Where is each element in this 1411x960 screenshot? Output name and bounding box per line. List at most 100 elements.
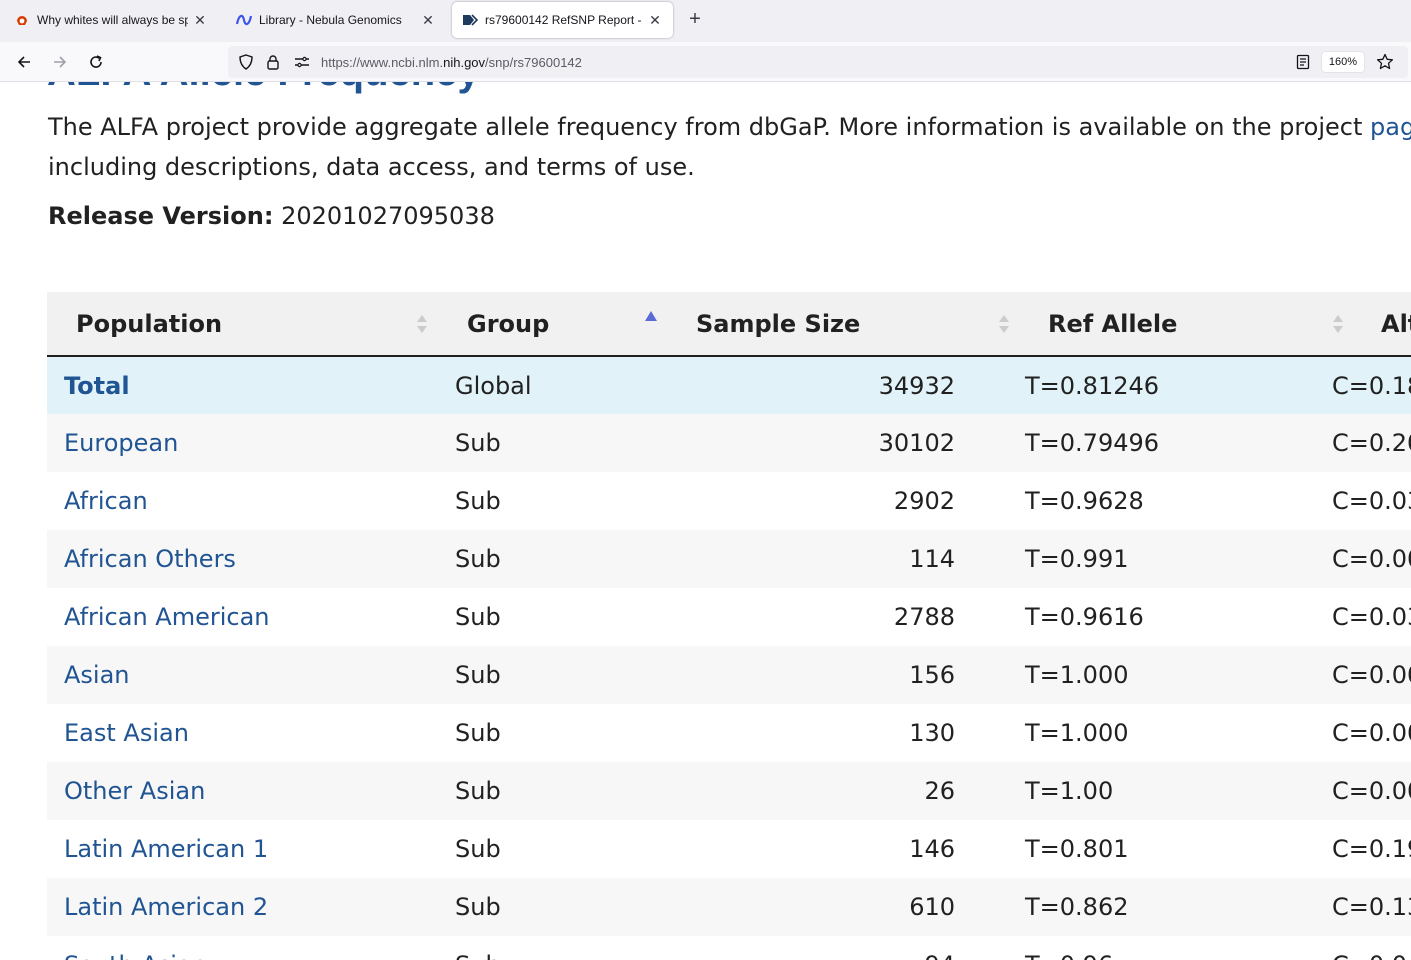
tab-why-whites[interactable]: Why whites will always be speci ✕ <box>4 2 218 38</box>
alt-allele-cell: C=0.199 <box>1332 835 1411 863</box>
table-row: African American Sub 2788 T=0.9616 C=0.0384 <box>47 588 1411 646</box>
alt-allele-cell: C=0.009 <box>1332 545 1411 573</box>
group-cell: Sub <box>455 603 501 631</box>
alt-allele-cell: C=0.138 <box>1332 893 1411 921</box>
table-row: East Asian Sub 130 T=1.000 C=0.000 <box>47 704 1411 762</box>
address-bar[interactable]: https://www.ncbi.nlm.nih.gov/snp/rs79600… <box>228 46 1408 78</box>
close-tab-icon[interactable]: ✕ <box>647 12 663 29</box>
group-cell: Sub <box>455 661 501 689</box>
table-header-row: Population Group Sample Size Ref Allele <box>47 292 1411 356</box>
population-link[interactable]: African Others <box>64 545 236 573</box>
permissions-icon[interactable] <box>294 55 310 74</box>
population-cell: European <box>47 414 438 472</box>
intro-paragraph: The ALFA project provide aggregate allel… <box>48 107 1411 187</box>
tab-nebula-library[interactable]: Library - Nebula Genomics ✕ <box>226 2 446 38</box>
ref-allele-cell: T=0.81246 <box>1025 371 1160 400</box>
ref-allele-cell: T=0.801 <box>1025 835 1129 863</box>
alt-allele-cell: C=0.20504 <box>1332 429 1411 457</box>
lock-icon[interactable] <box>266 54 280 75</box>
ref-allele-cell: T=0.862 <box>1025 893 1129 921</box>
url-text[interactable]: https://www.ncbi.nlm.nih.gov/snp/rs79600… <box>321 55 582 70</box>
population-link[interactable]: Total <box>64 372 130 400</box>
ref-allele-cell: T=1.00 <box>1025 777 1114 805</box>
header-sample-size[interactable]: Sample Size <box>666 292 1009 356</box>
population-link[interactable]: Asian <box>64 661 130 689</box>
population-link[interactable]: African American <box>64 603 270 631</box>
sort-ascending-icon[interactable] <box>645 305 657 329</box>
table-row: Latin American 1 Sub 146 T=0.801 C=0.199 <box>47 820 1411 878</box>
group-cell: Sub <box>455 487 501 515</box>
intro-text-after: including descriptions, data access, and… <box>48 153 695 181</box>
back-arrow-icon[interactable] <box>14 52 34 72</box>
sample-size-cell: 30102 <box>878 429 955 457</box>
table-body: Total Global 34932 T=0.81246 C=0.18754 Europe… <box>47 356 1411 960</box>
header-group[interactable]: Group <box>438 292 666 356</box>
close-tab-icon[interactable]: ✕ <box>420 12 436 29</box>
zoom-level-button[interactable]: 160% <box>1322 52 1364 72</box>
population-cell: African American <box>47 588 438 646</box>
bookmark-star-icon[interactable] <box>1376 53 1394 76</box>
project-page-link[interactable]: page <box>1370 113 1411 141</box>
reader-view-icon[interactable] <box>1296 54 1310 75</box>
sort-arrows-icon[interactable] <box>416 312 428 336</box>
alt-allele-cell: C=0.0384 <box>1332 603 1411 631</box>
navigation-bar: https://www.ncbi.nlm.nih.gov/snp/rs79600… <box>0 42 1411 82</box>
url-path: /snp/rs79600142 <box>485 55 582 70</box>
table-row: African Sub 2902 T=0.9628 C=0.0372 <box>47 472 1411 530</box>
population-cell: African Others <box>47 530 438 588</box>
table-row: European Sub 30102 T=0.79496 C=0.20504 <box>47 414 1411 472</box>
reload-icon[interactable] <box>86 52 106 72</box>
sample-size-cell: 2788 <box>893 603 955 631</box>
url-prefix: https://www.ncbi.nlm. <box>321 55 444 70</box>
table-row: Other Asian Sub 26 T=1.00 C=0.00 <box>47 762 1411 820</box>
release-label: Release Version: <box>48 202 274 230</box>
header-label: Alt Allele <box>1381 309 1411 338</box>
header-population[interactable]: Population <box>47 292 438 356</box>
population-cell: Latin American 1 <box>47 820 438 878</box>
population-link[interactable]: East Asian <box>64 719 189 747</box>
sample-size-cell: 146 <box>909 835 955 863</box>
release-value: 20201027095038 <box>281 202 495 230</box>
population-link[interactable]: African <box>64 487 148 515</box>
tracking-shield-icon[interactable] <box>238 54 254 75</box>
group-cell: Sub <box>438 936 666 960</box>
group-cell: Sub <box>455 545 501 573</box>
group-cell: Sub <box>455 429 501 457</box>
header-ref-allele[interactable]: Ref Allele <box>983 292 1343 356</box>
nebula-favicon-icon <box>236 12 252 28</box>
sample-size-cell: 114 <box>909 545 955 573</box>
tab-refsnp-report[interactable]: rs79600142 RefSNP Report - db ✕ <box>452 2 673 38</box>
alt-allele-cell: C=0.000 <box>1332 719 1411 747</box>
intro-text: The ALFA project provide aggregate allel… <box>48 113 1371 141</box>
sample-size-cell: 2902 <box>893 487 955 515</box>
alt-allele-cell: C=0.00 <box>1332 777 1411 805</box>
new-tab-plus-icon[interactable]: + <box>683 8 707 31</box>
group-cell: Sub <box>455 893 501 921</box>
population-cell: Other Asian <box>47 762 438 820</box>
reddit-favicon-icon <box>14 12 30 28</box>
population-link[interactable]: Other Asian <box>64 777 205 805</box>
ref-allele-cell: T=1.000 <box>1025 719 1129 747</box>
header-alt-allele[interactable]: Alt Allele <box>1318 292 1411 356</box>
group-cell: Sub <box>455 777 501 805</box>
alt-allele-cell: C=0.000 <box>1332 661 1411 689</box>
header-label: Group <box>467 309 550 338</box>
tab-title: Why whites will always be speci <box>37 13 188 27</box>
close-tab-icon[interactable]: ✕ <box>192 12 208 29</box>
population-cell: Latin American 2 <box>47 878 438 936</box>
tab-bar: Why whites will always be speci ✕ Librar… <box>0 0 1411 42</box>
sample-size-cell: 34932 <box>878 371 955 400</box>
table-row: African Others Sub 114 T=0.991 C=0.009 <box>47 530 1411 588</box>
sample-size-cell: 130 <box>909 719 955 747</box>
population-link[interactable]: Latin American 2 <box>64 893 268 921</box>
population-link[interactable]: European <box>64 429 178 457</box>
population-link[interactable]: Latin American 1 <box>64 835 268 863</box>
sample-size-cell: 26 <box>924 777 955 805</box>
table-row: Latin American 2 Sub 610 T=0.862 C=0.138 <box>47 878 1411 936</box>
section-heading: ALFA Allele Frequency <box>47 82 480 95</box>
sample-size-cell: 94 <box>666 936 983 960</box>
ref-allele-cell: T=0.9616 <box>1025 603 1144 631</box>
frequency-table-wrapper: Population Group Sample Size Ref Allele <box>47 292 1411 960</box>
forward-arrow-icon[interactable] <box>50 52 70 72</box>
population-link[interactable]: South Asian <box>64 951 207 960</box>
